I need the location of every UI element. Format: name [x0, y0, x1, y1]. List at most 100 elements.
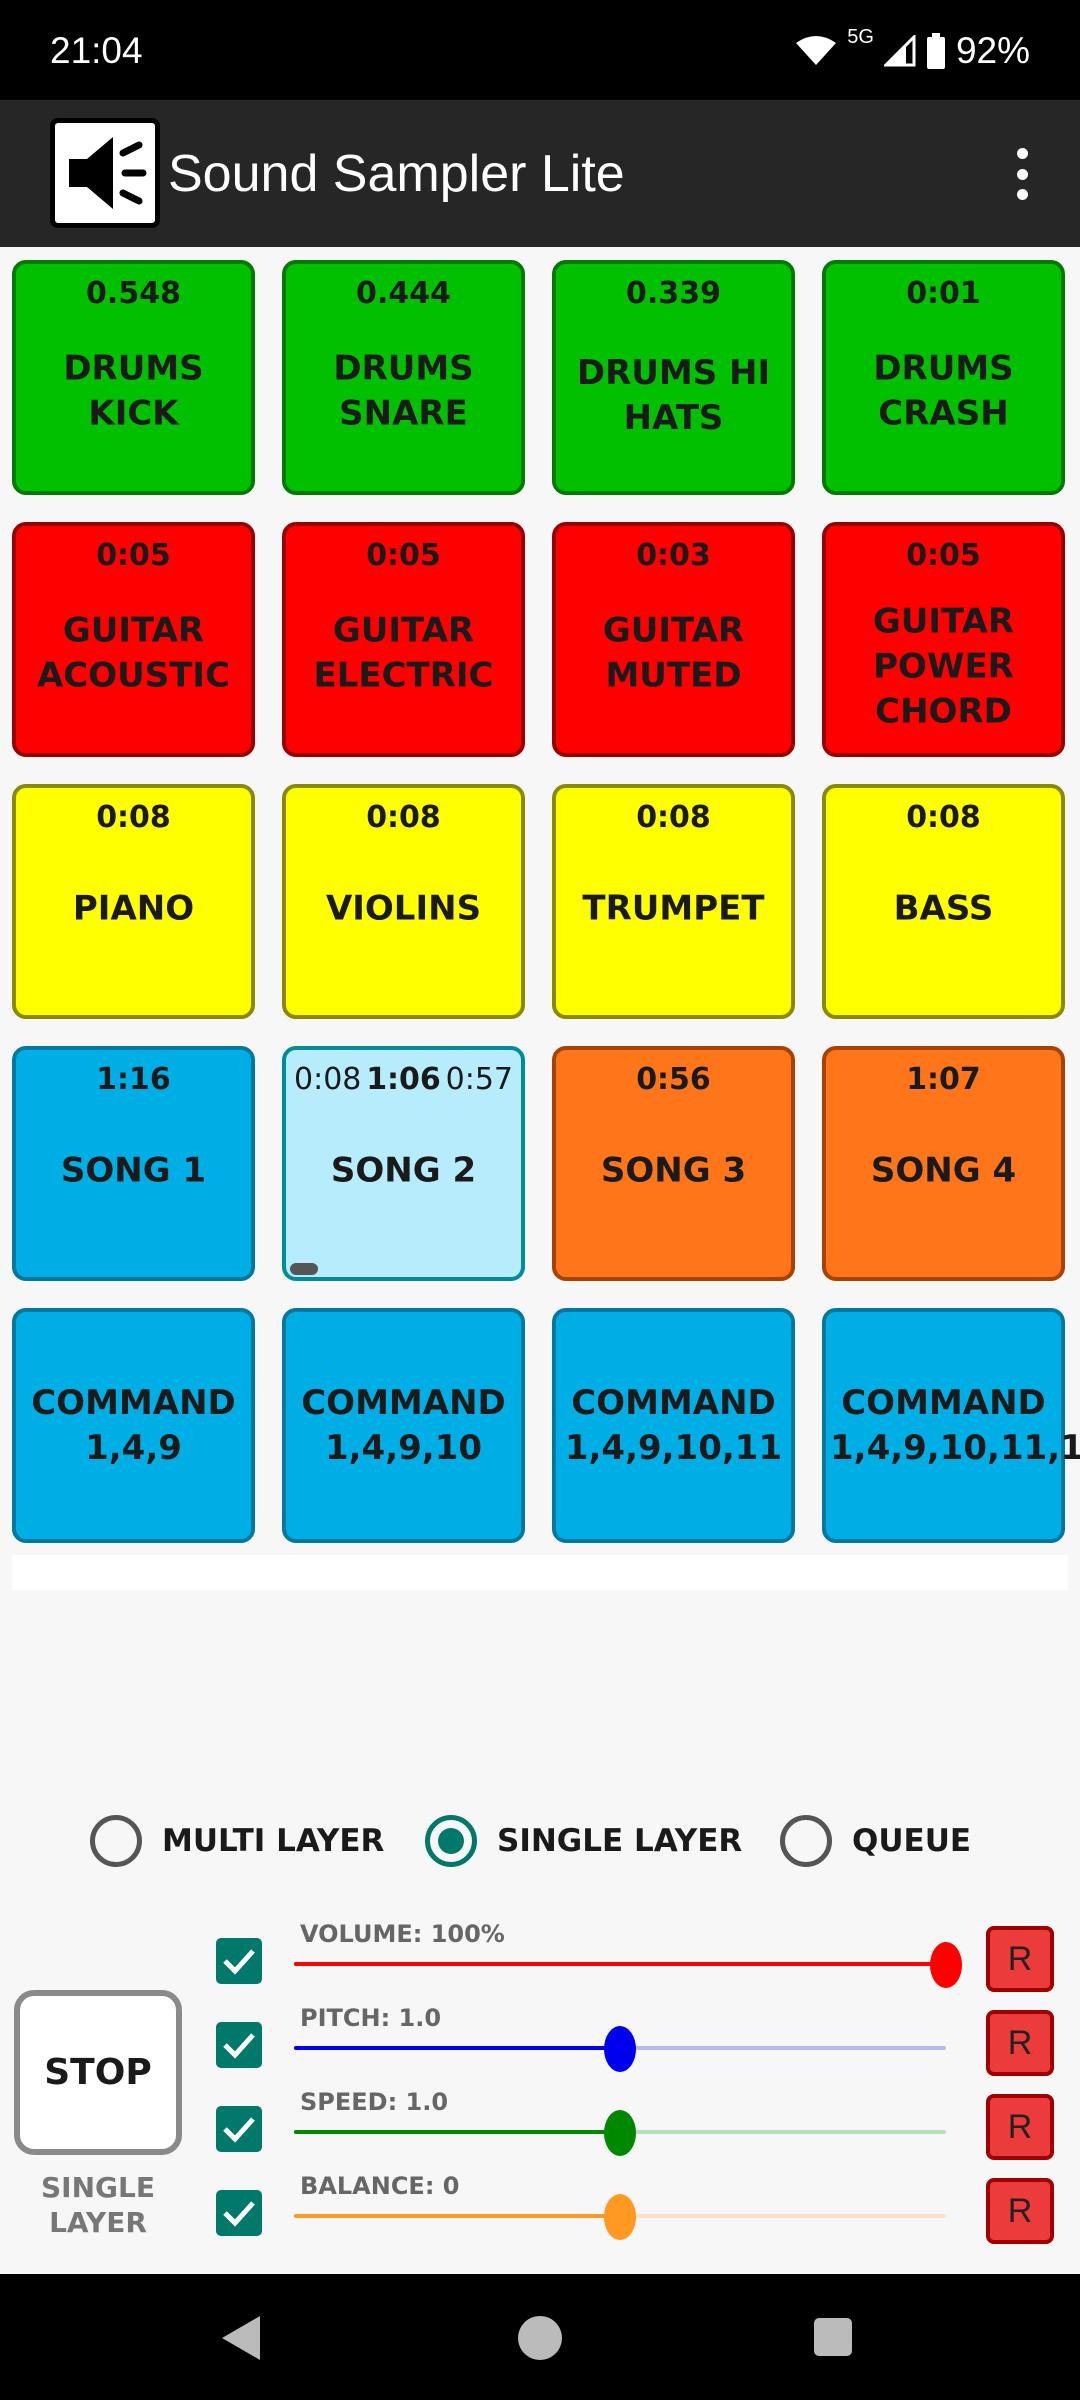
battery-icon	[926, 33, 945, 69]
status-bar: 21:04 5G 92%	[0, 0, 1080, 100]
sample-pad[interactable]: 0:05 GUITAR POWER CHORD	[822, 522, 1065, 757]
pad-label: DRUMS HI HATS	[576, 352, 771, 438]
pad-label: GUITAR ELECTRIC	[313, 610, 494, 695]
pad-label: PIANO	[72, 887, 195, 928]
signal-icon	[883, 35, 916, 67]
sample-pad[interactable]: 0:05 GUITAR ACOUSTIC	[12, 522, 255, 757]
pad-duration: 0:05	[96, 538, 171, 573]
home-icon[interactable]	[518, 2316, 562, 2360]
control-label: SPEED: 1.0	[300, 2088, 449, 2116]
sample-pad[interactable]: COMMAND 1,4,9,10,11,12	[822, 1308, 1080, 1543]
pad-duration: 1:07	[906, 1062, 981, 1097]
more-options-icon[interactable]	[1010, 148, 1034, 200]
radio-label: MULTI LAYER	[162, 1823, 385, 1859]
slider-fill	[294, 2130, 620, 2134]
slider-track[interactable]	[294, 2026, 946, 2072]
pad-duration: 0.548	[86, 276, 181, 311]
sample-pad[interactable]: 0.444 DRUMS SNARE	[282, 260, 525, 495]
pad-duration: 0:08	[366, 800, 441, 835]
pad-progress-indicator	[290, 1263, 318, 1275]
sample-pad[interactable]: COMMAND 1,4,9,10	[282, 1308, 525, 1543]
radio-ring[interactable]	[780, 1815, 832, 1867]
pad-label: DRUMS SNARE	[333, 348, 474, 433]
grid-footer-band	[12, 1555, 1068, 1590]
radio-ring[interactable]	[425, 1815, 477, 1867]
slider-track[interactable]	[294, 2110, 946, 2156]
sample-pad[interactable]: 0.339 DRUMS HI HATS	[552, 260, 795, 495]
pad-duration: 0:08	[906, 800, 981, 835]
control-row: PITCH: 1.0 R	[0, 2004, 1080, 2088]
pad-label: DRUMS CRASH	[873, 348, 1014, 433]
pad-label: SONG 2	[330, 1149, 477, 1190]
slider-thumb[interactable]	[604, 2110, 636, 2156]
wifi-icon	[796, 36, 837, 65]
slider-fill	[294, 1962, 946, 1966]
reset-button[interactable]: R	[986, 2178, 1054, 2244]
pad-label: SONG 4	[870, 1149, 1017, 1190]
enable-checkbox[interactable]	[216, 2022, 262, 2068]
enable-checkbox[interactable]	[216, 2106, 262, 2152]
pad-label: BASS	[893, 887, 994, 928]
pad-duration: 0:56	[636, 1062, 711, 1097]
sample-pad[interactable]: 0:05 GUITAR ELECTRIC	[282, 522, 525, 757]
reset-button[interactable]: R	[986, 1926, 1054, 1992]
slider-track[interactable]	[294, 2194, 946, 2240]
sample-pad[interactable]: COMMAND 1,4,9,10,11	[552, 1308, 795, 1543]
sample-pad[interactable]: 1:07 SONG 4	[822, 1046, 1065, 1281]
pad-duration: 0.339	[626, 276, 721, 311]
sample-pad[interactable]: 1:16 SONG 1	[12, 1046, 255, 1281]
status-icons: 5G 92%	[795, 26, 1030, 72]
sample-pad[interactable]: 0:08 VIOLINS	[282, 784, 525, 1019]
control-label: BALANCE: 0	[300, 2172, 460, 2200]
pad-label: COMMAND 1,4,9,10,11,12	[830, 1382, 1080, 1468]
pad-remaining: 0:57	[445, 1062, 513, 1097]
sample-pad[interactable]: 0:08 BASS	[822, 784, 1065, 1019]
pad-label: COMMAND 1,4,9	[31, 1382, 236, 1468]
sample-pad[interactable]: 0:03 GUITAR MUTED	[552, 522, 795, 757]
radio-multi-layer[interactable]: MULTI LAYER	[90, 1815, 384, 1867]
slider-thumb[interactable]	[930, 1942, 962, 1988]
app-bar: Sound Sampler Lite	[0, 100, 1080, 247]
control-row: SPEED: 1.0 R	[0, 2088, 1080, 2172]
reset-button[interactable]: R	[986, 2010, 1054, 2076]
recents-icon[interactable]	[814, 2318, 852, 2356]
sample-pad[interactable]: COMMAND 1,4,9	[12, 1308, 255, 1543]
control-label: PITCH: 1.0	[300, 2004, 442, 2032]
sample-pad[interactable]: 0:08 PIANO	[12, 784, 255, 1019]
control-row: BALANCE: 0 R	[0, 2172, 1080, 2256]
pad-duration: 1:16	[96, 1062, 171, 1097]
pad-times: 0:08 1:06 0:57	[294, 1062, 513, 1097]
slider-thumb[interactable]	[604, 2194, 636, 2240]
sample-pad[interactable]: 0:01 DRUMS CRASH	[822, 260, 1065, 495]
pad-time: 1:06	[366, 1062, 441, 1097]
reset-button[interactable]: R	[986, 2094, 1054, 2160]
sample-pad[interactable]: 0:56 SONG 3	[552, 1046, 795, 1281]
mode-selector: MULTI LAYER SINGLE LAYER QUEUE	[0, 1815, 1080, 1875]
radio-queue[interactable]: QUEUE	[780, 1815, 971, 1867]
status-time: 21:04	[50, 30, 143, 71]
pad-label: DRUMS KICK	[63, 348, 204, 433]
network-type: 5G	[847, 25, 874, 48]
sample-pad[interactable]: 0:08 1:06 0:57 SONG 2	[282, 1046, 525, 1281]
enable-checkbox[interactable]	[216, 1938, 262, 1984]
pad-label: GUITAR POWER CHORD	[872, 601, 1015, 731]
pad-label: GUITAR MUTED	[602, 610, 745, 695]
radio-label: QUEUE	[852, 1823, 972, 1859]
pad-duration: 0:08	[96, 800, 171, 835]
pad-duration: 0:03	[636, 538, 711, 573]
slider-fill	[294, 2046, 620, 2050]
sample-pad[interactable]: 0:08 TRUMPET	[552, 784, 795, 1019]
enable-checkbox[interactable]	[216, 2190, 262, 2236]
pad-label: SONG 3	[600, 1149, 747, 1190]
slider-track[interactable]	[294, 1942, 962, 1988]
sample-pad[interactable]: 0.548 DRUMS KICK	[12, 260, 255, 495]
slider-thumb[interactable]	[604, 2026, 636, 2072]
pad-duration: 0:05	[906, 538, 981, 573]
pad-label: VIOLINS	[325, 887, 482, 928]
pad-elapsed: 0:08	[294, 1062, 362, 1097]
back-icon[interactable]	[222, 2316, 260, 2360]
radio-single-layer[interactable]: SINGLE LAYER	[425, 1815, 742, 1867]
pad-label: SONG 1	[60, 1149, 207, 1190]
slider-fill	[294, 2214, 620, 2218]
radio-ring[interactable]	[90, 1815, 142, 1867]
